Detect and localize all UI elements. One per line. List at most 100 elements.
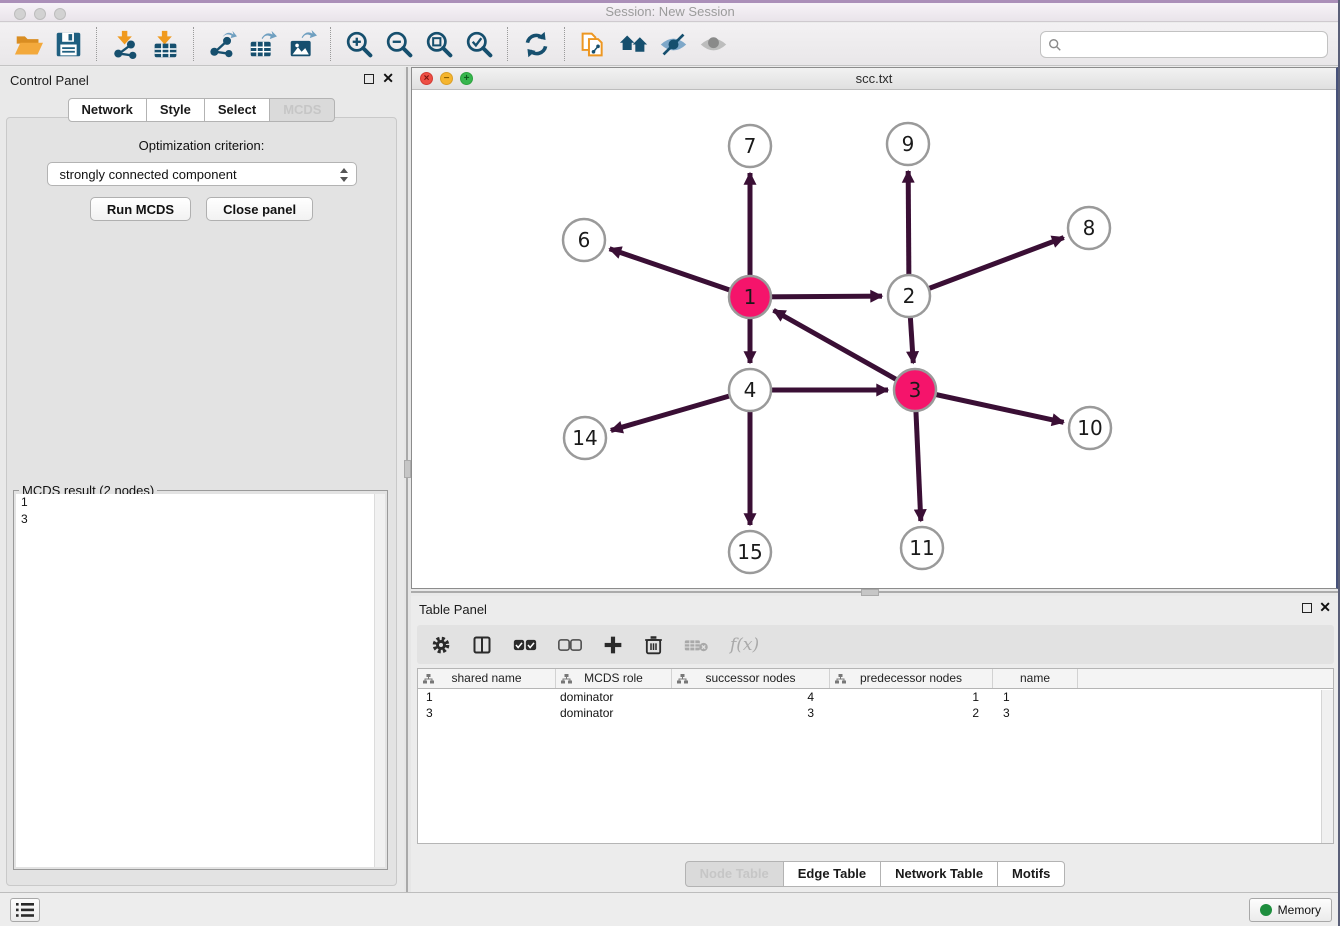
table-scrollbar[interactable] — [1321, 690, 1333, 843]
network-view-window: × − + scc.txt 1234678910111415 — [411, 67, 1338, 589]
hide-selected-button[interactable] — [653, 25, 693, 63]
close-window-icon[interactable] — [14, 8, 26, 20]
export-image-button[interactable] — [282, 25, 322, 63]
search-field[interactable] — [1040, 31, 1328, 58]
graph-edge-3-10[interactable] — [915, 390, 1064, 422]
splitter-grip[interactable] — [404, 460, 411, 478]
apply-layout-button[interactable] — [516, 25, 556, 63]
search-input[interactable] — [1062, 37, 1327, 52]
zoom-fit-icon — [425, 30, 454, 59]
memory-button[interactable]: Memory — [1249, 898, 1332, 922]
column-header-name[interactable]: name — [993, 669, 1078, 688]
tab-select[interactable]: Select — [204, 98, 270, 122]
close-panel-icon[interactable]: ✕ — [382, 70, 394, 86]
minimize-window-icon[interactable] — [34, 8, 46, 20]
result-scrollbar[interactable] — [374, 494, 385, 867]
first-neighbors-button[interactable] — [613, 25, 653, 63]
show-all-button[interactable] — [693, 25, 733, 63]
application-window: Session: New Session — [0, 0, 1340, 926]
column-header-shared-name[interactable]: shared name — [418, 669, 556, 688]
import-table-icon — [151, 30, 180, 59]
open-session-button[interactable] — [8, 25, 48, 63]
vertical-splitter[interactable] — [404, 67, 411, 892]
maximize-window-icon[interactable] — [54, 8, 66, 20]
plus-icon — [603, 635, 623, 655]
close-panel-icon[interactable]: ✕ — [1319, 599, 1331, 615]
deselect-all-button[interactable] — [558, 638, 582, 652]
tab-edge-table[interactable]: Edge Table — [783, 861, 881, 887]
close-view-icon[interactable]: × — [420, 72, 433, 85]
table-header-row: shared name MCDS role — [418, 669, 1333, 689]
run-mcds-button[interactable]: Run MCDS — [90, 197, 191, 221]
criterion-select[interactable]: strongly connected component — [47, 162, 357, 186]
tab-node-table[interactable]: Node Table — [685, 861, 784, 887]
fx-icon: f(x) — [730, 635, 759, 655]
tab-motifs[interactable]: Motifs — [997, 861, 1065, 887]
list-item[interactable]: 1 — [16, 494, 385, 511]
splitter-grip[interactable] — [861, 589, 879, 596]
graph-edge-1-6[interactable] — [610, 249, 750, 297]
table-toolbar: f(x) — [417, 625, 1334, 664]
close-panel-button[interactable]: Close panel — [206, 197, 313, 221]
graph-node-label: 15 — [737, 540, 762, 564]
graph-node-label: 11 — [909, 536, 934, 560]
table-settings-button[interactable] — [431, 635, 451, 655]
table-row[interactable]: 3 dominator 3 2 3 — [418, 705, 1333, 721]
tab-mcds[interactable]: MCDS — [269, 98, 335, 122]
export-table-button[interactable] — [242, 25, 282, 63]
create-column-button[interactable] — [603, 635, 623, 655]
minimize-view-icon[interactable]: − — [440, 72, 453, 85]
split-panel-button[interactable] — [472, 635, 492, 655]
tab-style[interactable]: Style — [146, 98, 205, 122]
import-network-icon — [111, 30, 140, 59]
zoom-fit-button[interactable] — [419, 25, 459, 63]
zoom-in-button[interactable] — [339, 25, 379, 63]
trash-icon — [644, 635, 663, 655]
task-history-button[interactable] — [10, 898, 40, 922]
graph-edge-3-1[interactable] — [774, 310, 915, 390]
control-panel-tabs: Network Style Select MCDS — [0, 98, 404, 122]
network-window-titlebar[interactable]: × − + scc.txt — [412, 68, 1336, 90]
column-type-icon — [677, 674, 688, 684]
refresh-icon — [522, 30, 551, 59]
horizontal-splitter[interactable] — [411, 589, 1340, 596]
column-header-successor-nodes[interactable]: successor nodes — [672, 669, 830, 688]
column-header-predecessor-nodes[interactable]: predecessor nodes — [830, 669, 993, 688]
graph: 1234678910111415 — [412, 90, 1335, 587]
float-panel-icon[interactable] — [1302, 603, 1312, 613]
graph-edge-2-8[interactable] — [909, 238, 1064, 296]
import-network-button[interactable] — [105, 25, 145, 63]
delete-column-button[interactable] — [644, 635, 663, 655]
toolbar-separator — [330, 27, 331, 61]
zoom-selected-icon — [465, 30, 494, 59]
network-canvas[interactable]: 1234678910111415 — [412, 90, 1336, 587]
toolbar-separator — [564, 27, 565, 61]
unchecked-boxes-icon — [558, 638, 582, 652]
delete-table-icon — [684, 637, 709, 653]
zoom-out-button[interactable] — [379, 25, 419, 63]
select-all-button[interactable] — [513, 638, 537, 652]
list-item[interactable]: 3 — [16, 511, 385, 528]
toolbar-separator — [193, 27, 194, 61]
export-network-button[interactable] — [202, 25, 242, 63]
mcds-result-list[interactable]: 1 3 — [16, 494, 385, 867]
save-session-button[interactable] — [48, 25, 88, 63]
save-floppy-icon — [54, 30, 83, 59]
function-builder-button[interactable]: f(x) — [730, 635, 759, 655]
zoom-selected-button[interactable] — [459, 25, 499, 63]
node-table[interactable]: shared name MCDS role — [417, 668, 1334, 844]
houses-icon — [619, 30, 648, 59]
import-table-button[interactable] — [145, 25, 185, 63]
table-tabs: Node Table Edge Table Network Table Moti… — [411, 861, 1340, 887]
zoom-out-icon — [385, 30, 414, 59]
table-row[interactable]: 1 dominator 4 1 1 — [418, 689, 1333, 705]
column-header-mcds-role[interactable]: MCDS role — [556, 669, 672, 688]
float-panel-icon[interactable] — [364, 74, 374, 84]
new-network-from-selection-button[interactable] — [573, 25, 613, 63]
graph-node-label: 8 — [1083, 216, 1096, 240]
maximize-view-icon[interactable]: + — [460, 72, 473, 85]
tab-network-table[interactable]: Network Table — [880, 861, 998, 887]
delete-table-button[interactable] — [684, 637, 709, 653]
table-panel-title: Table Panel — [419, 602, 487, 617]
tab-network[interactable]: Network — [68, 98, 147, 122]
